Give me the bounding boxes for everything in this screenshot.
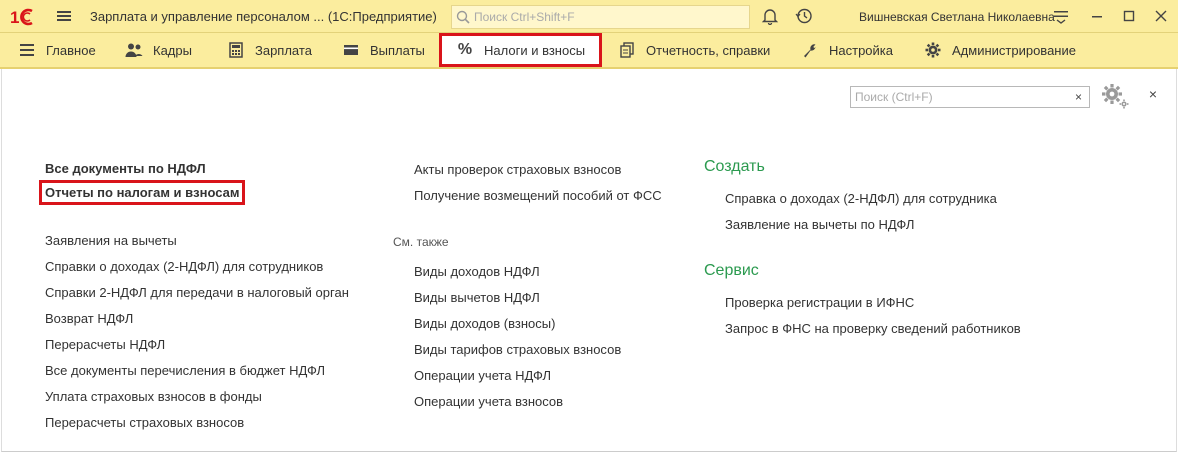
section-label: Налоги и взносы [484, 42, 586, 58]
see-also-heading: См. также [393, 235, 449, 249]
bell-icon[interactable] [761, 7, 779, 26]
content-search[interactable] [850, 86, 1070, 108]
section-payments[interactable]: Выплаты [342, 33, 425, 67]
link-insurance-recalculations[interactable]: Перерасчеты страховых взносов [45, 415, 244, 430]
link-fns-employee-check[interactable]: Запрос в ФНС на проверку сведений работн… [725, 321, 1021, 336]
link-ndfl-recalculations[interactable]: Перерасчеты НДФЛ [45, 337, 165, 352]
link-all-ndfl-documents[interactable]: Все документы по НДФЛ [45, 161, 206, 176]
section-salary[interactable]: Зарплата [227, 33, 312, 67]
gear-icon [924, 41, 942, 59]
section-content: × × Все документы по НДФЛ Отчеты по нало… [1, 69, 1177, 452]
link-ndfl-deduction-types[interactable]: Виды вычетов НДФЛ [414, 290, 540, 305]
link-deduction-applications[interactable]: Заявления на вычеты [45, 233, 177, 248]
link-ndfl-income-types[interactable]: Виды доходов НДФЛ [414, 264, 540, 279]
1c-logo[interactable]: 1 [10, 7, 40, 27]
settings-lines-icon[interactable] [1052, 7, 1070, 25]
link-ifns-registration-check[interactable]: Проверка регистрации в ИФНС [725, 295, 914, 310]
search-icon [456, 10, 470, 24]
section-reports[interactable]: Отчетность, справки [618, 33, 770, 67]
link-insurance-tariff-types[interactable]: Виды тарифов страховых взносов [414, 342, 621, 357]
documents-icon [618, 41, 636, 59]
maximize-icon[interactable] [1120, 7, 1138, 25]
section-label: Настройка [829, 42, 893, 58]
section-panel: Главное Кадры Зарплата Выплаты % Налоги … [0, 33, 1178, 69]
section-label: Администрирование [952, 42, 1076, 58]
link-contribution-operations[interactable]: Операции учета взносов [414, 394, 563, 409]
svg-text:1: 1 [10, 8, 19, 26]
people-icon [125, 41, 143, 59]
clear-search-button[interactable]: × [1068, 86, 1090, 108]
create-heading: Создать [704, 158, 765, 175]
link-ndfl-accounting-operations[interactable]: Операции учета НДФЛ [414, 368, 551, 383]
section-admin[interactable]: Администрирование [924, 33, 1076, 67]
calculator-icon [227, 41, 245, 59]
wallet-icon [342, 41, 360, 59]
percent-icon: % [457, 41, 473, 58]
settings-gear-icon[interactable] [1101, 83, 1129, 109]
close-window-icon[interactable] [1152, 7, 1170, 25]
link-insurance-payments[interactable]: Уплата страховых взносов в фонды [45, 389, 262, 404]
link-ndfl-refund[interactable]: Возврат НДФЛ [45, 311, 133, 326]
section-label: Отчетность, справки [646, 42, 771, 58]
global-search[interactable] [451, 5, 750, 29]
link-create-income-certificate[interactable]: Справка о доходах (2-НДФЛ) для сотрудник… [725, 191, 997, 206]
link-ndfl-budget-transfers[interactable]: Все документы перечисления в бюджет НДФЛ [45, 363, 325, 378]
section-label: Выплаты [370, 42, 425, 58]
wrench-icon [801, 41, 819, 59]
link-insurance-audit-acts[interactable]: Акты проверок страховых взносов [414, 162, 621, 177]
section-label: Кадры [153, 42, 192, 58]
global-search-input[interactable] [474, 10, 744, 24]
menu-icon [18, 41, 36, 59]
section-label: Зарплата [255, 42, 312, 58]
section-taxes[interactable]: % Налоги и взносы [439, 33, 603, 67]
minimize-icon[interactable] [1088, 7, 1106, 25]
history-icon[interactable] [795, 7, 813, 25]
section-label: Главное [46, 42, 96, 58]
link-income-certificates[interactable]: Справки о доходах (2-НДФЛ) для сотрудник… [45, 259, 323, 274]
user-name[interactable]: Вишневская Светлана Николаевна [859, 10, 1055, 24]
close-icon[interactable]: × [1145, 86, 1161, 102]
link-tax-reports[interactable]: Отчеты по налогам и взносам [39, 180, 246, 205]
title-bar: 1 Зарплата и управление персоналом ... (… [0, 0, 1178, 33]
link-fss-reimbursements[interactable]: Получение возмещений пособий от ФСС [414, 188, 662, 203]
content-search-input[interactable] [851, 87, 1069, 107]
section-main[interactable]: Главное [18, 33, 96, 67]
link-2ndfl-tax-authority[interactable]: Справки 2-НДФЛ для передачи в налоговый … [45, 285, 349, 300]
section-hr[interactable]: Кадры [125, 33, 192, 67]
service-heading: Сервис [704, 262, 759, 279]
main-menu-icon[interactable] [56, 8, 72, 24]
link-income-types-contributions[interactable]: Виды доходов (взносы) [414, 316, 555, 331]
section-settings[interactable]: Настройка [801, 33, 893, 67]
app-title: Зарплата и управление персоналом ... (1С… [90, 9, 437, 24]
link-create-deduction-application[interactable]: Заявление на вычеты по НДФЛ [725, 217, 914, 232]
